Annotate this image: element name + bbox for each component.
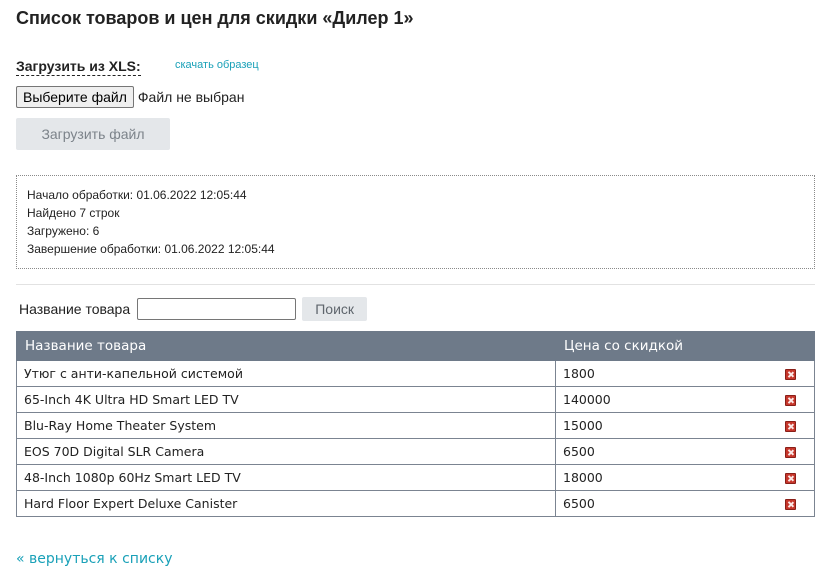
delete-icon[interactable] bbox=[784, 369, 796, 380]
search-button[interactable]: Поиск bbox=[302, 297, 368, 321]
page-title: Список товаров и цен для скидки «Дилер 1… bbox=[16, 8, 414, 28]
product-name-cell: EOS 70D Digital SLR Camera bbox=[16, 438, 556, 465]
xls-upload-row: Загрузить из XLS: скачать образец bbox=[16, 56, 259, 76]
action-cell bbox=[774, 386, 815, 413]
action-cell bbox=[774, 360, 815, 387]
action-cell bbox=[774, 464, 815, 491]
action-cell bbox=[774, 412, 815, 439]
log-line-found: Найдено 7 строк bbox=[27, 206, 120, 220]
product-name-cell: Утюг с анти-капельной системой bbox=[16, 360, 556, 387]
product-name-cell: Hard Floor Expert Deluxe Canister bbox=[16, 490, 556, 517]
section-divider bbox=[16, 284, 815, 285]
table-row: 65-Inch 4K Ultra HD Smart LED TV 140000 bbox=[16, 386, 815, 413]
back-to-list-link[interactable]: « вернуться к списку bbox=[16, 551, 172, 567]
search-bar: Название товара Поиск bbox=[19, 297, 368, 321]
column-header-price: Цена со скидкой bbox=[555, 331, 775, 361]
delete-icon[interactable] bbox=[784, 447, 796, 458]
search-input[interactable] bbox=[137, 298, 297, 320]
product-name-cell: Blu-Ray Home Theater System bbox=[16, 412, 556, 439]
table-row: Hard Floor Expert Deluxe Canister 6500 bbox=[16, 490, 815, 517]
product-price-cell: 6500 bbox=[555, 490, 775, 517]
delete-icon[interactable] bbox=[784, 499, 796, 510]
table-row: EOS 70D Digital SLR Camera 6500 bbox=[16, 438, 815, 465]
xls-upload-label[interactable]: Загрузить из XLS: bbox=[16, 57, 141, 76]
product-price-cell: 18000 bbox=[555, 464, 775, 491]
product-price-cell: 140000 bbox=[555, 386, 775, 413]
table-header-row: Название товара Цена со скидкой bbox=[16, 331, 815, 361]
upload-file-button[interactable]: Загрузить файл bbox=[16, 118, 170, 150]
delete-icon[interactable] bbox=[784, 395, 796, 406]
log-line-end: Завершение обработки: 01.06.2022 12:05:4… bbox=[27, 242, 275, 256]
log-line-loaded: Загружено: 6 bbox=[27, 224, 100, 238]
product-name-cell: 65-Inch 4K Ultra HD Smart LED TV bbox=[16, 386, 556, 413]
products-table: Название товара Цена со скидкой Утюг с а… bbox=[16, 331, 815, 517]
file-status-text: Файл не выбран bbox=[137, 89, 245, 105]
product-price-cell: 15000 bbox=[555, 412, 775, 439]
search-label: Название товара bbox=[19, 301, 131, 317]
action-cell bbox=[774, 438, 815, 465]
column-header-actions bbox=[774, 331, 815, 361]
action-cell bbox=[774, 490, 815, 517]
product-price-cell: 1800 bbox=[555, 360, 775, 387]
delete-icon[interactable] bbox=[784, 473, 796, 484]
delete-icon[interactable] bbox=[784, 421, 796, 432]
choose-file-button[interactable]: Выберите файл bbox=[16, 86, 134, 108]
column-header-name: Название товара bbox=[16, 331, 556, 361]
table-row: Утюг с анти-капельной системой 1800 bbox=[16, 360, 815, 387]
processing-log: Начало обработки: 01.06.2022 12:05:44 На… bbox=[16, 175, 815, 269]
product-price-cell: 6500 bbox=[555, 438, 775, 465]
table-row: 48-Inch 1080p 60Hz Smart LED TV 18000 bbox=[16, 464, 815, 491]
table-row: Blu-Ray Home Theater System 15000 bbox=[16, 412, 815, 439]
product-name-cell: 48-Inch 1080p 60Hz Smart LED TV bbox=[16, 464, 556, 491]
file-picker: Выберите файл Файл не выбран bbox=[16, 86, 244, 108]
log-line-start: Начало обработки: 01.06.2022 12:05:44 bbox=[27, 188, 247, 202]
download-sample-link[interactable]: скачать образец bbox=[175, 59, 259, 71]
